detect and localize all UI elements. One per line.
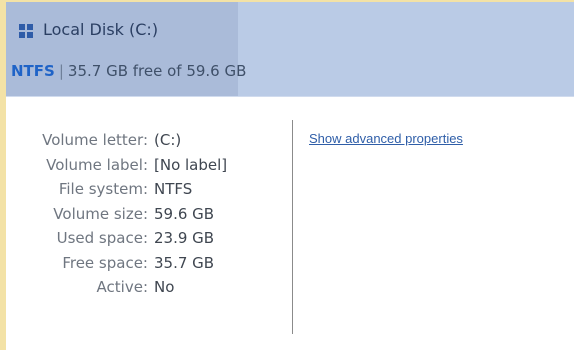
property-value: No [154, 278, 175, 297]
capacity-text: 35.7 GB free of 59.6 GB [67, 62, 247, 80]
filesystem-label: NTFS [11, 62, 55, 80]
property-label: Volume letter: [42, 131, 148, 150]
drive-icon [19, 24, 33, 38]
property-row: File system: NTFS [6, 177, 228, 202]
disk-tab[interactable]: Local Disk (C:) NTFS | 35.7 GB free of 59.… [6, 2, 246, 96]
property-row: Volume letter: (C:) [6, 128, 228, 153]
window-frame: Local Disk (C:) NTFS | 35.7 GB free of 59.… [0, 0, 574, 350]
property-value: 35.7 GB [154, 253, 215, 272]
property-value: (C:) [154, 131, 182, 150]
property-row: Used space: 23.9 GB [6, 226, 228, 251]
property-value: NTFS [154, 180, 193, 199]
property-label: Free space: [62, 253, 148, 272]
property-label: Used space: [56, 229, 148, 248]
property-value: [No label] [154, 155, 228, 174]
show-advanced-properties-link[interactable]: Show advanced properties [309, 131, 463, 146]
property-label: File system: [58, 180, 148, 199]
summary-separator: | [58, 62, 64, 80]
property-row: Free space: 35.7 GB [6, 251, 228, 276]
property-value: 23.9 GB [154, 229, 215, 248]
vertical-divider [292, 120, 293, 334]
property-row: Active: No [6, 275, 228, 300]
property-label: Volume label: [46, 155, 148, 174]
disk-title: Local Disk (C:) [43, 20, 159, 39]
property-row: Volume label: [No label] [6, 153, 228, 178]
property-label: Volume size: [53, 204, 148, 223]
disk-header: Local Disk (C:) NTFS | 35.7 GB free of 59.… [6, 2, 574, 97]
property-value: 59.6 GB [154, 204, 215, 223]
property-row: Volume size: 59.6 GB [6, 202, 228, 227]
property-label: Active: [96, 278, 148, 297]
disk-summary: NTFS | 35.7 GB free of 59.6 GB [11, 62, 246, 80]
properties-list: Volume letter: (C:) Volume label: [No la… [6, 128, 228, 300]
